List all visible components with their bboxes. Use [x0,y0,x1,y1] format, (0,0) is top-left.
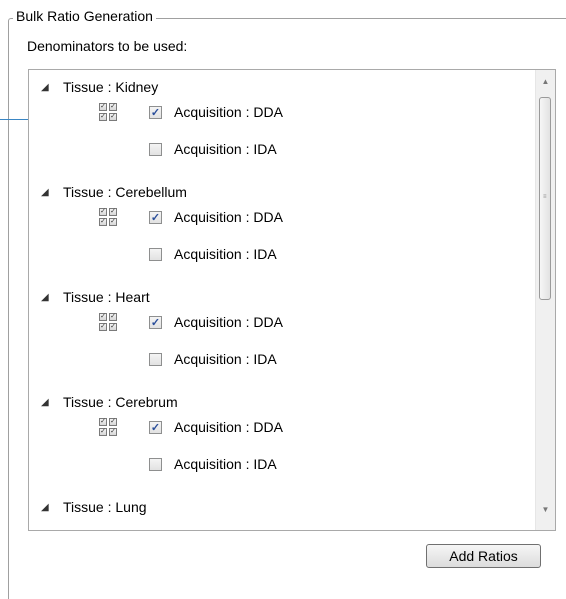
check-cell-icon: ✓ [109,113,117,121]
select-all-icon[interactable]: ✓ ✓ ✓ ✓ [99,418,117,436]
acquisition-label: Acquisition : IDA [174,456,277,472]
acquisition-checkbox[interactable]: ✓ [149,105,162,119]
check-cell-icon: ✓ [99,218,107,226]
acquisition-item[interactable]: Acquisition : IDA [149,138,277,160]
acquisition-checkbox[interactable] [149,457,162,471]
acquisition-label: Acquisition : IDA [174,351,277,367]
acquisition-item[interactable]: ✓ Acquisition : DDA [149,416,283,438]
tissue-label: Tissue : Kidney [63,79,159,95]
acquisition-label: Acquisition : DDA [174,419,283,435]
tree-node-tissue[interactable]: ◢ Tissue : Kidney [29,76,158,98]
tree-content: ◢ Tissue : Kidney ✓ ✓ ✓ ✓ ✓ Acquisition : DDA Ac… [29,70,534,530]
denominators-tree[interactable]: ◢ Tissue : Kidney ✓ ✓ ✓ ✓ ✓ Acquisition : DDA Ac… [28,69,556,531]
acquisition-checkbox[interactable]: ✓ [149,210,162,224]
group-title: Bulk Ratio Generation [13,8,156,24]
check-cell-icon: ✓ [109,208,117,216]
acquisition-checkbox[interactable]: ✓ [149,315,162,329]
tree-node-tissue[interactable]: ◢ Tissue : Cerebrum [29,391,178,413]
check-cell-icon: ✓ [109,313,117,321]
scroll-up-icon[interactable]: ▲ [536,72,555,90]
tissue-label: Tissue : Heart [63,289,150,305]
check-cell-icon: ✓ [109,103,117,111]
check-cell-icon: ✓ [99,418,107,426]
select-all-icon[interactable]: ✓ ✓ ✓ ✓ [99,313,117,331]
acquisition-checkbox[interactable] [149,247,162,261]
acquisition-checkbox[interactable] [149,142,162,156]
select-all-icon[interactable]: ✓ ✓ ✓ ✓ [99,208,117,226]
acquisition-label: Acquisition : DDA [174,314,283,330]
acquisition-checkbox[interactable] [149,352,162,366]
denominators-label: Denominators to be used: [27,38,188,54]
tree-node-tissue[interactable]: ◢ Tissue : Lung [29,496,147,518]
select-all-icon[interactable]: ✓ ✓ ✓ ✓ [99,103,117,121]
acquisition-item[interactable]: Acquisition : IDA [149,453,277,475]
acquisition-item[interactable]: ✓ Acquisition : DDA [149,101,283,123]
tree-node-tissue[interactable]: ◢ Tissue : Cerebellum [29,181,187,203]
grip-icon: ≡ [543,194,547,200]
acquisition-item[interactable]: ✓ Acquisition : DDA [149,206,283,228]
check-cell-icon: ✓ [109,323,117,331]
tissue-label: Tissue : Cerebrum [63,394,178,410]
check-cell-icon: ✓ [99,323,107,331]
vertical-scrollbar[interactable]: ▲ ≡ ▼ [535,70,555,530]
tissue-label: Tissue : Cerebellum [63,184,187,200]
check-cell-icon: ✓ [109,428,117,436]
expand-arrow-icon[interactable]: ◢ [41,82,53,93]
expand-arrow-icon[interactable]: ◢ [41,397,53,408]
check-cell-icon: ✓ [109,218,117,226]
tissue-label: Tissue : Lung [63,499,147,515]
check-cell-icon: ✓ [99,313,107,321]
scroll-down-icon[interactable]: ▼ [536,500,555,518]
scrollbar-thumb[interactable]: ≡ [539,97,551,300]
acquisition-checkbox[interactable]: ✓ [149,420,162,434]
expand-arrow-icon[interactable]: ◢ [41,502,53,513]
acquisition-label: Acquisition : IDA [174,246,277,262]
expand-arrow-icon[interactable]: ◢ [41,292,53,303]
check-cell-icon: ✓ [99,103,107,111]
tree-node-tissue[interactable]: ◢ Tissue : Heart [29,286,150,308]
check-cell-icon: ✓ [99,208,107,216]
check-cell-icon: ✓ [99,113,107,121]
acquisition-item[interactable]: ✓ Acquisition : DDA [149,311,283,333]
acquisition-item[interactable]: Acquisition : IDA [149,243,277,265]
check-cell-icon: ✓ [99,428,107,436]
acquisition-label: Acquisition : DDA [174,209,283,225]
acquisition-label: Acquisition : DDA [174,104,283,120]
check-cell-icon: ✓ [109,418,117,426]
acquisition-item[interactable]: Acquisition : IDA [149,348,277,370]
acquisition-label: Acquisition : IDA [174,141,277,157]
expand-arrow-icon[interactable]: ◢ [41,187,53,198]
add-ratios-button[interactable]: Add Ratios [426,544,541,568]
